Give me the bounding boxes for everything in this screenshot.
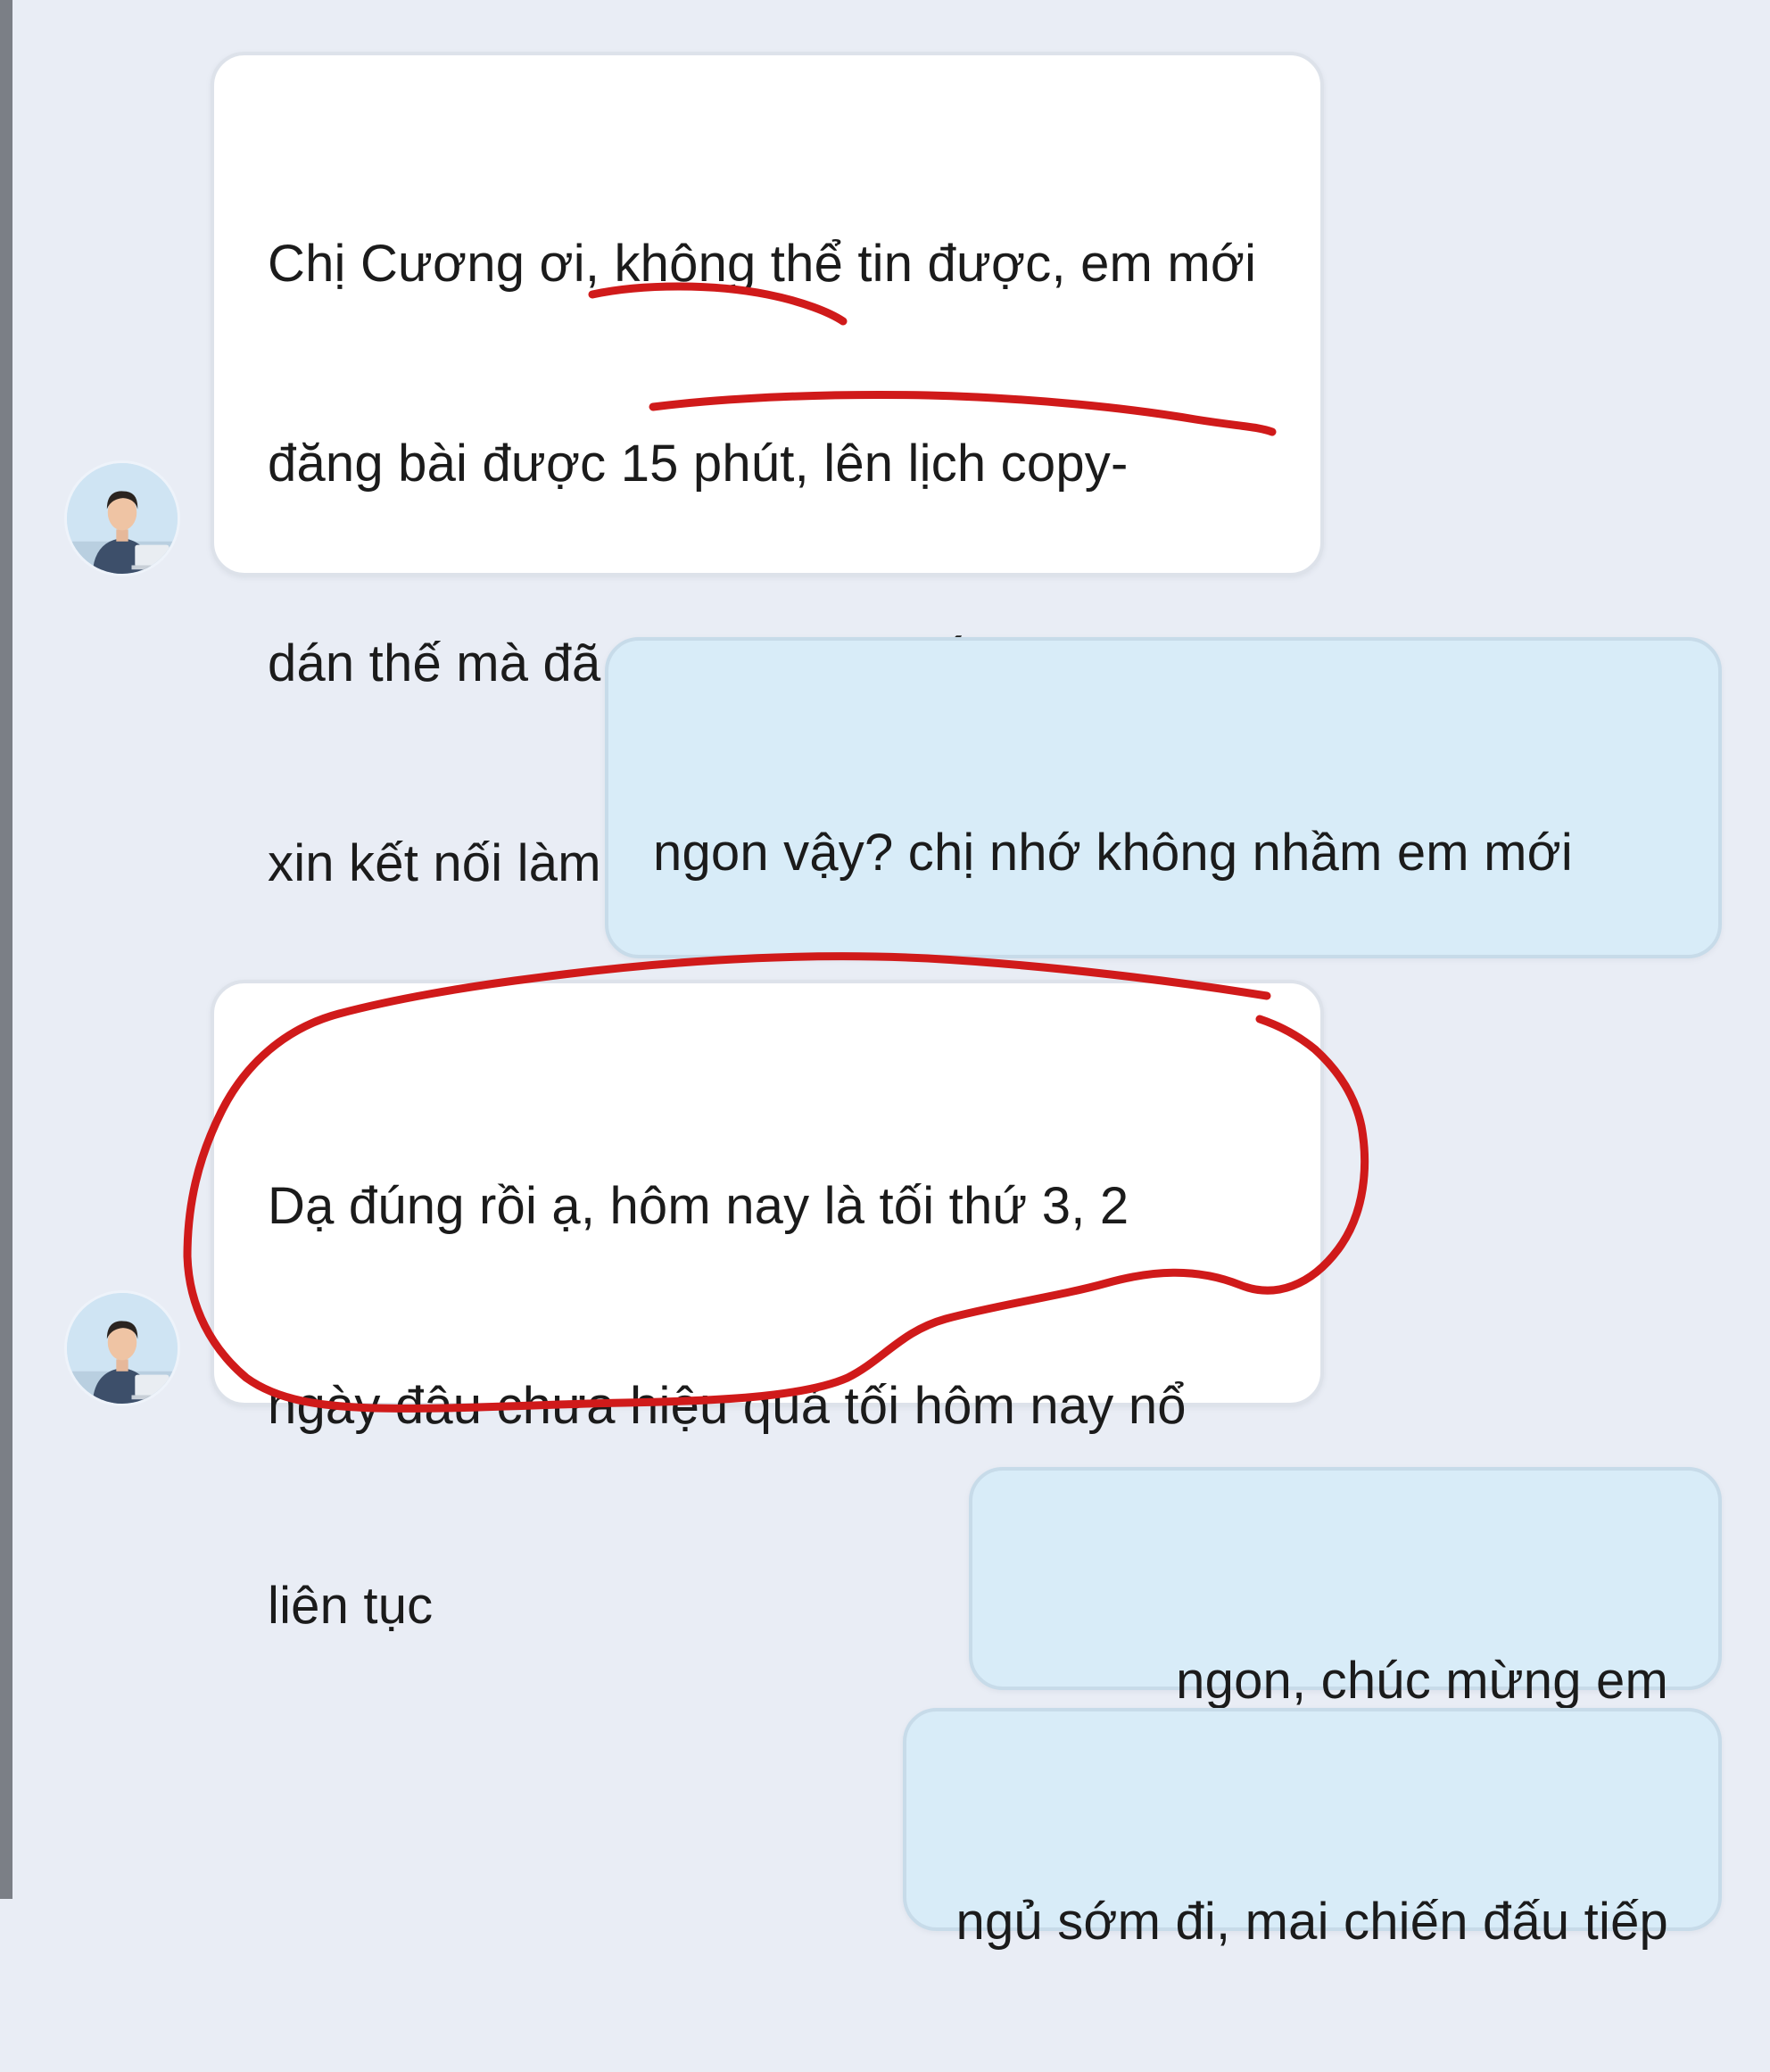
window-left-edge xyxy=(0,0,12,1899)
contact-avatar[interactable] xyxy=(64,1290,180,1406)
message-line: ngủ sớm đi, mai chiến đấu tiếp xyxy=(955,1893,1668,1951)
message-text: ngủ sớm đi, mai chiến đấu tiếp xyxy=(956,1772,1668,2072)
avatar-man-with-laptop-icon xyxy=(67,463,178,574)
message-line: Chị Cương ơi, không thể tin được, em mới xyxy=(268,235,1257,293)
contact-avatar[interactable] xyxy=(64,460,180,576)
chat-thread[interactable]: Chị Cương ơi, không thể tin được, em mới… xyxy=(12,0,1770,1951)
message-bubble-outgoing[interactable]: ngủ sớm đi, mai chiến đấu tiếp xyxy=(903,1708,1722,1951)
message-bubble-incoming[interactable]: Dạ đúng rồi ạ, hôm nay là tối thứ 3, 2 n… xyxy=(211,980,1324,1635)
message-line: Dạ đúng rồi ạ, hôm nay là tối thứ 3, 2 xyxy=(268,1177,1129,1235)
message-line: đăng bài được 15 phút, lên lịch copy- xyxy=(268,435,1129,493)
message-bubble-outgoing[interactable]: ngon vậy? chị nhớ không nhầm em mới tham… xyxy=(605,637,1722,1082)
message-bubble-outgoing[interactable]: ngon, chúc mừng em xyxy=(969,1467,1722,1710)
message-bubble-incoming[interactable]: Chị Cương ơi, không thể tin được, em mới… xyxy=(211,52,1324,892)
message-line: ngon vậy? chị nhớ không nhầm em mới xyxy=(653,824,1573,882)
avatar-man-with-laptop-icon xyxy=(67,1293,178,1404)
message-line: ngày đâu chưa hiệu quả tối hôm nay nổ xyxy=(268,1377,1187,1435)
